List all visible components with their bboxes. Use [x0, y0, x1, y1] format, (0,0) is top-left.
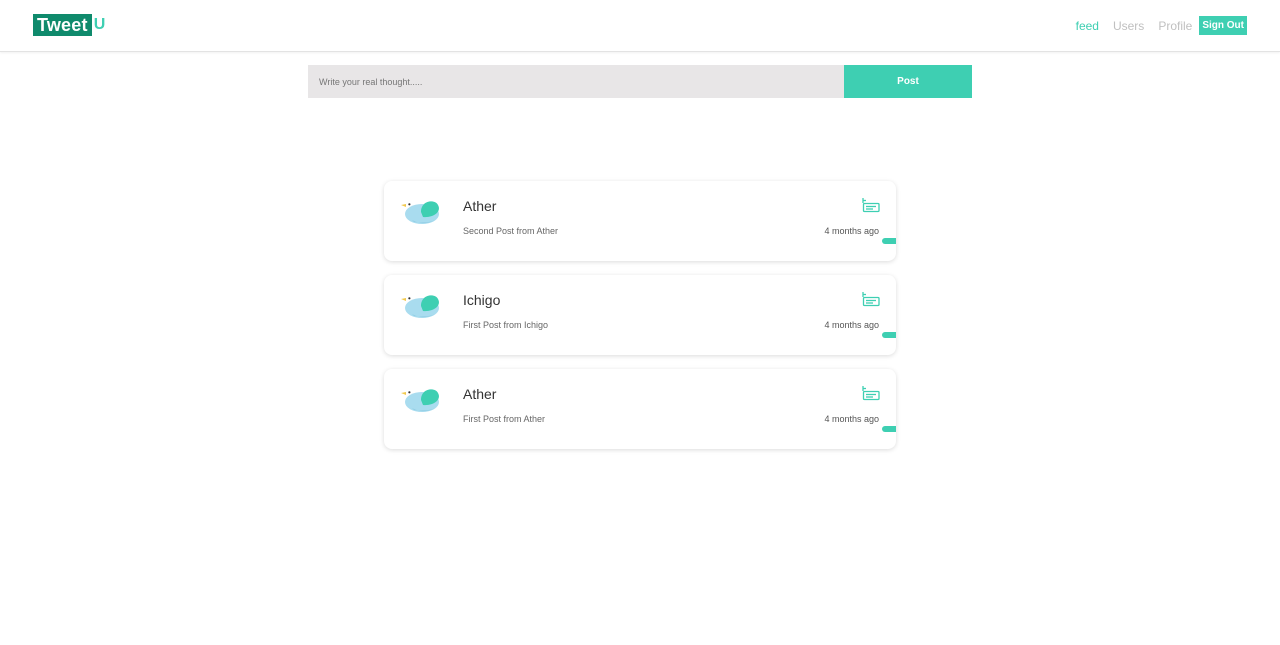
- detail-icon[interactable]: [862, 197, 880, 213]
- post-button[interactable]: Post: [844, 65, 972, 98]
- like-tab[interactable]: [882, 238, 896, 244]
- post-card[interactable]: Ichigo First Post from Ichigo 4 months a…: [384, 275, 896, 355]
- bird-icon: [400, 287, 448, 323]
- post-content: Second Post from Ather: [463, 226, 559, 236]
- post-time: 4 months ago: [824, 226, 879, 236]
- thought-input[interactable]: [308, 65, 844, 98]
- post-card[interactable]: Ather First Post from Ather 4 months ago: [384, 369, 896, 449]
- post-card[interactable]: Ather Second Post from Ather 4 months ag…: [384, 181, 896, 261]
- bird-icon: [400, 381, 448, 417]
- nav-links: feed Users Profile Sign Out: [1062, 16, 1247, 35]
- feed-list: Ather Second Post from Ather 4 months ag…: [384, 181, 896, 463]
- post-author: Ather: [463, 386, 497, 402]
- like-tab[interactable]: [882, 426, 896, 432]
- post-content: First Post from Ather: [463, 414, 546, 424]
- logo-main-text: Tweet: [33, 14, 92, 36]
- post-time: 4 months ago: [824, 320, 879, 330]
- nav-link-feed[interactable]: feed: [1076, 19, 1099, 33]
- like-tab[interactable]: [882, 332, 896, 338]
- sign-out-button[interactable]: Sign Out: [1199, 16, 1247, 35]
- nav-link-profile[interactable]: Profile: [1158, 19, 1192, 33]
- bird-icon: [400, 193, 448, 229]
- navbar: Tweet U feed Users Profile Sign Out: [0, 0, 1280, 52]
- post-author: Ichigo: [463, 292, 501, 308]
- logo[interactable]: Tweet U: [33, 14, 105, 36]
- post-composer: Post: [308, 65, 972, 98]
- detail-icon[interactable]: [862, 385, 880, 401]
- logo-accent-text: U: [93, 16, 106, 33]
- nav-link-users[interactable]: Users: [1113, 19, 1144, 33]
- post-author: Ather: [463, 198, 497, 214]
- detail-icon[interactable]: [862, 291, 880, 307]
- post-time: 4 months ago: [824, 414, 879, 424]
- post-content: First Post from Ichigo: [463, 320, 549, 330]
